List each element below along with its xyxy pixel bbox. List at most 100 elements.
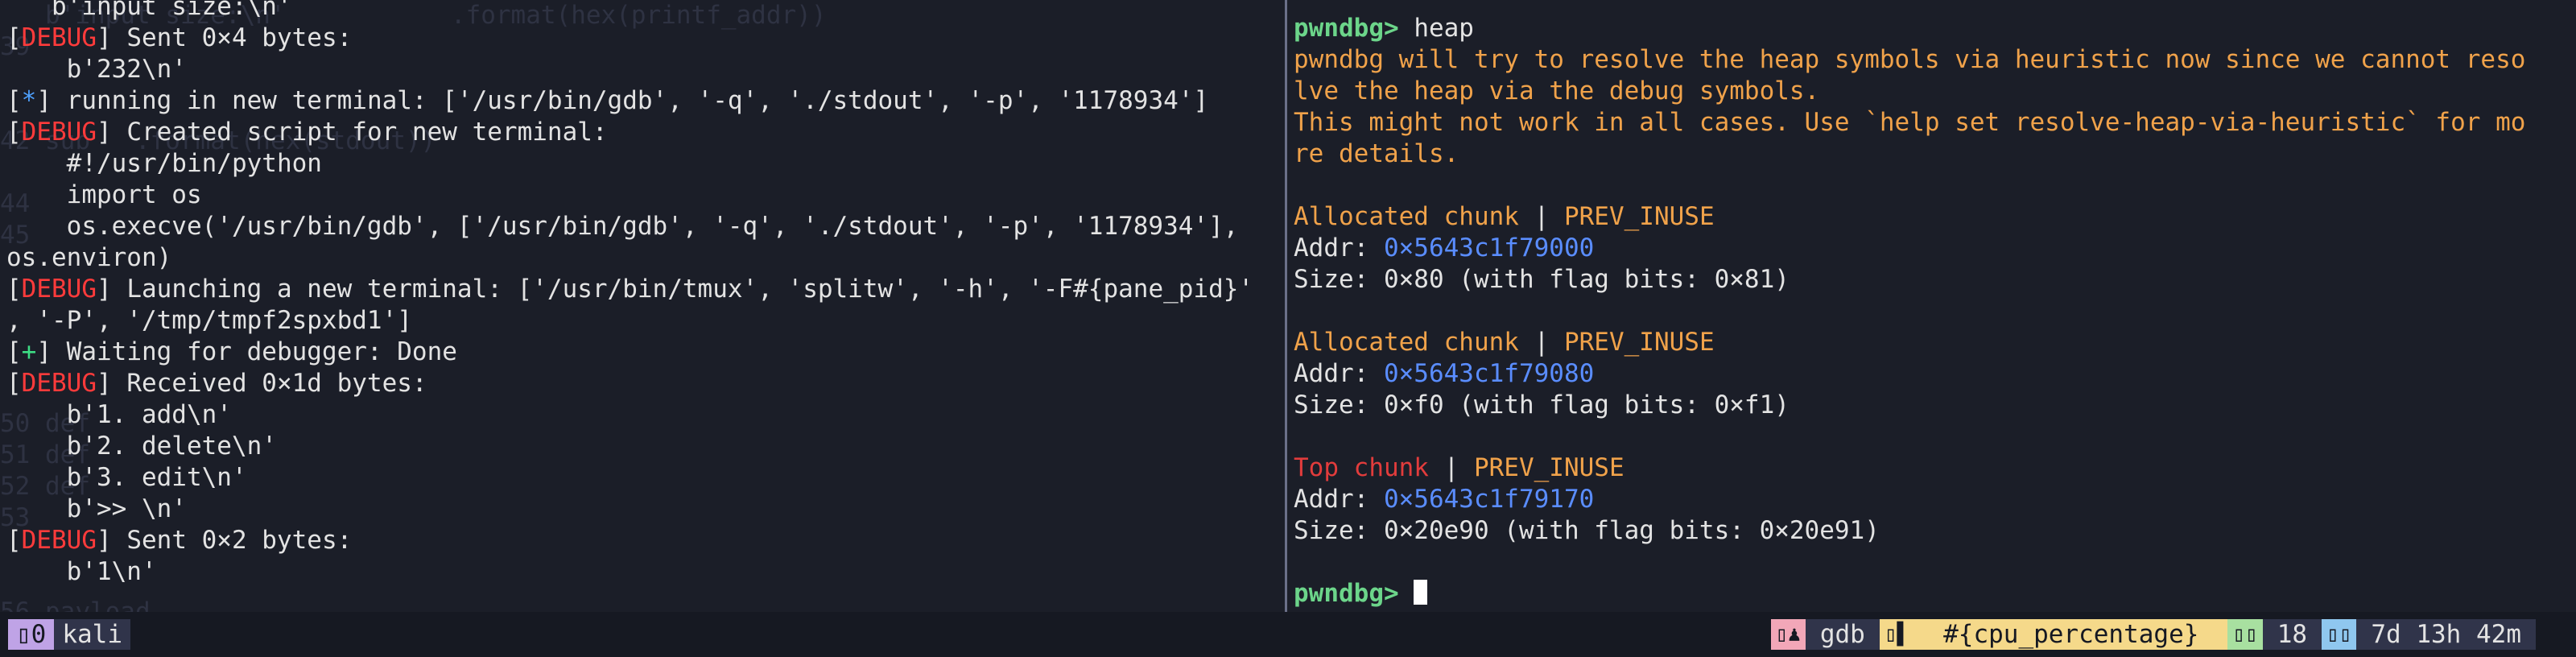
terminal-text: [ [6, 86, 22, 115]
terminal-text: ] Launching a new terminal: ['/usr/bin/t… [97, 275, 1254, 304]
terminal-line: Size: 0×80 (with flag bits: 0×81) [1294, 264, 2574, 295]
terminal-line: This might not work in all cases. Use `h… [1294, 107, 2574, 138]
terminal-text: Allocated chunk [1294, 328, 1519, 357]
terminal-text: b'2. delete\n' [6, 432, 277, 461]
terminal-text: , '-P', '/tmp/tmpf2spxbd1'] [6, 306, 412, 335]
session-name[interactable]: kali [54, 619, 130, 650]
terminal-text: ] Waiting for debugger: Done [36, 337, 457, 366]
terminal-text: [ [6, 275, 22, 304]
terminal-line: [DEBUG] Sent 0×2 bytes: [6, 525, 1278, 556]
terminal-text: PREV_INUSE [1563, 328, 1715, 357]
pwntools-output-pane[interactable]: b'input size:\n' [DEBUG] Sent 0×4 bytes: … [6, 0, 1278, 603]
terminal-line: [DEBUG] Sent 0×4 bytes: [6, 23, 1278, 54]
terminal-text: DEBUG [21, 526, 97, 555]
terminal-text: Size: 0×20e90 (with flag bits: 0×20e91) [1294, 516, 1880, 545]
tmux-statusbar: ▯ 0 kali ▯♟ gdb ▯▌ #{cpu_percentage} ▯▯ 1… [0, 612, 2576, 657]
terminal-text: [ [6, 118, 22, 147]
terminal-text: #!/usr/bin/python [6, 149, 322, 178]
terminal-line: Size: 0×20e90 (with flag bits: 0×20e91) [1294, 515, 2574, 547]
terminal-line: b'1. add\n' [6, 399, 1278, 431]
terminal-text: Size: 0×f0 (with flag bits: 0×f1) [1294, 390, 1790, 419]
terminal-text: 0×5643c1f79170 [1383, 485, 1595, 514]
terminal-line: [DEBUG] Created script for new terminal: [6, 117, 1278, 148]
terminal-line: Top chunk | PREV_INUSE [1294, 452, 2574, 484]
pane-divider[interactable] [1285, 0, 1287, 612]
terminal-text: 0×5643c1f79080 [1383, 359, 1595, 388]
terminal-text: pwndbg will try to resolve the heap symb… [1294, 45, 2526, 74]
terminal-text: ] running in new terminal: ['/usr/bin/gd… [36, 86, 1209, 115]
terminal-line: b'1\n' [6, 556, 1278, 588]
terminal-text: os.execve('/usr/bin/gdb', ['/usr/bin/gdb… [6, 212, 1239, 241]
terminal-text: | [1428, 453, 1474, 482]
terminal-text: Addr: [1294, 359, 1384, 388]
terminal-line: [DEBUG] Received 0×1d bytes: [6, 368, 1278, 399]
terminal-line: , '-P', '/tmp/tmpf2spxbd1'] [6, 305, 1278, 337]
terminal-text: 0×5643c1f79000 [1383, 233, 1595, 262]
terminal-text: [ [6, 23, 22, 52]
terminal-line: [+] Waiting for debugger: Done [6, 337, 1278, 368]
terminal-line: b'232\n' [6, 54, 1278, 85]
person-icon: ▯♟ [1770, 619, 1806, 650]
uptime-value: 7d 13h 42m [2356, 619, 2536, 650]
terminal-line: Allocated chunk | PREV_INUSE [1294, 327, 2574, 358]
terminal-text: ] Received 0×1d bytes: [97, 369, 427, 398]
terminal-line: b'3. edit\n' [6, 462, 1278, 494]
terminal-text: This might not work in all cases. Use `h… [1294, 108, 2526, 137]
terminal-line: Allocated chunk | PREV_INUSE [1294, 201, 2574, 233]
terminal-text: ] Sent 0×2 bytes: [97, 526, 353, 555]
tmux-session-icon: ▯ [16, 620, 31, 649]
terminal-text: ] Sent 0×4 bytes: [97, 23, 353, 52]
terminal-line: [*] running in new terminal: ['/usr/bin/… [6, 85, 1278, 117]
terminal-text: DEBUG [21, 118, 97, 147]
cpu-icon: ▯▌ [1879, 619, 1915, 650]
terminal-text: b'input size:\n' [6, 0, 292, 21]
terminal-text: DEBUG [21, 369, 97, 398]
terminal-line: pwndbg will try to resolve the heap symb… [1294, 44, 2574, 76]
terminal-line: pwndbg> heap [1294, 13, 2574, 44]
terminal-text: lve the heap via the debug symbols. [1294, 76, 1820, 105]
terminal-line: [DEBUG] Launching a new terminal: ['/usr… [6, 274, 1278, 305]
terminal-text: pwndbg> [1294, 14, 1399, 43]
counter-icon: ▯▯ [2227, 619, 2263, 650]
terminal-line: b'>> \n' [6, 494, 1278, 525]
terminal-line: b'input size:\n' [6, 0, 1278, 23]
terminal-text: pwndbg> [1294, 579, 1399, 608]
terminal-text: | [1518, 328, 1564, 357]
terminal-line: re details. [1294, 138, 2574, 170]
terminal-text: Top chunk [1294, 453, 1429, 482]
terminal-text: DEBUG [21, 23, 97, 52]
terminal-text: [ [6, 337, 22, 366]
terminal-line: os.environ) [6, 242, 1278, 274]
terminal-text: [ [6, 526, 22, 555]
terminal-line: Addr: 0×5643c1f79170 [1294, 484, 2574, 515]
text-cursor[interactable] [1414, 580, 1428, 605]
terminal-text: heap [1398, 14, 1474, 43]
terminal-text: b'3. edit\n' [6, 463, 247, 492]
terminal-text: Allocated chunk [1294, 202, 1519, 231]
clock-icon: ▯▯ [2322, 619, 2357, 650]
window-name[interactable]: gdb [1805, 619, 1880, 650]
terminal-line: pwndbg> [1294, 578, 2574, 609]
session-index-badge[interactable]: ▯ 0 [8, 619, 55, 650]
terminal-text: ] Created script for new terminal: [97, 118, 608, 147]
terminal-line: lve the heap via the debug symbols. [1294, 76, 2574, 107]
terminal-text: Size: 0×80 (with flag bits: 0×81) [1294, 265, 1790, 294]
terminal-line: Addr: 0×5643c1f79000 [1294, 233, 2574, 264]
terminal-text: | [1518, 202, 1564, 231]
terminal-line: Addr: 0×5643c1f79080 [1294, 358, 2574, 390]
terminal-text: import os [6, 180, 202, 209]
terminal-text: b'232\n' [6, 55, 187, 84]
terminal-text: os.environ) [6, 243, 172, 272]
terminal-text: PREV_INUSE [1473, 453, 1624, 482]
terminal-text: b'>> \n' [6, 494, 187, 523]
terminal-text: * [21, 86, 37, 115]
pwndbg-pane[interactable]: pwndbg> heap pwndbg will try to resolve t… [1294, 13, 2574, 625]
terminal-line: b'2. delete\n' [6, 431, 1278, 462]
terminal-text: Addr: [1294, 233, 1384, 262]
terminal-text: re details. [1294, 139, 1459, 168]
